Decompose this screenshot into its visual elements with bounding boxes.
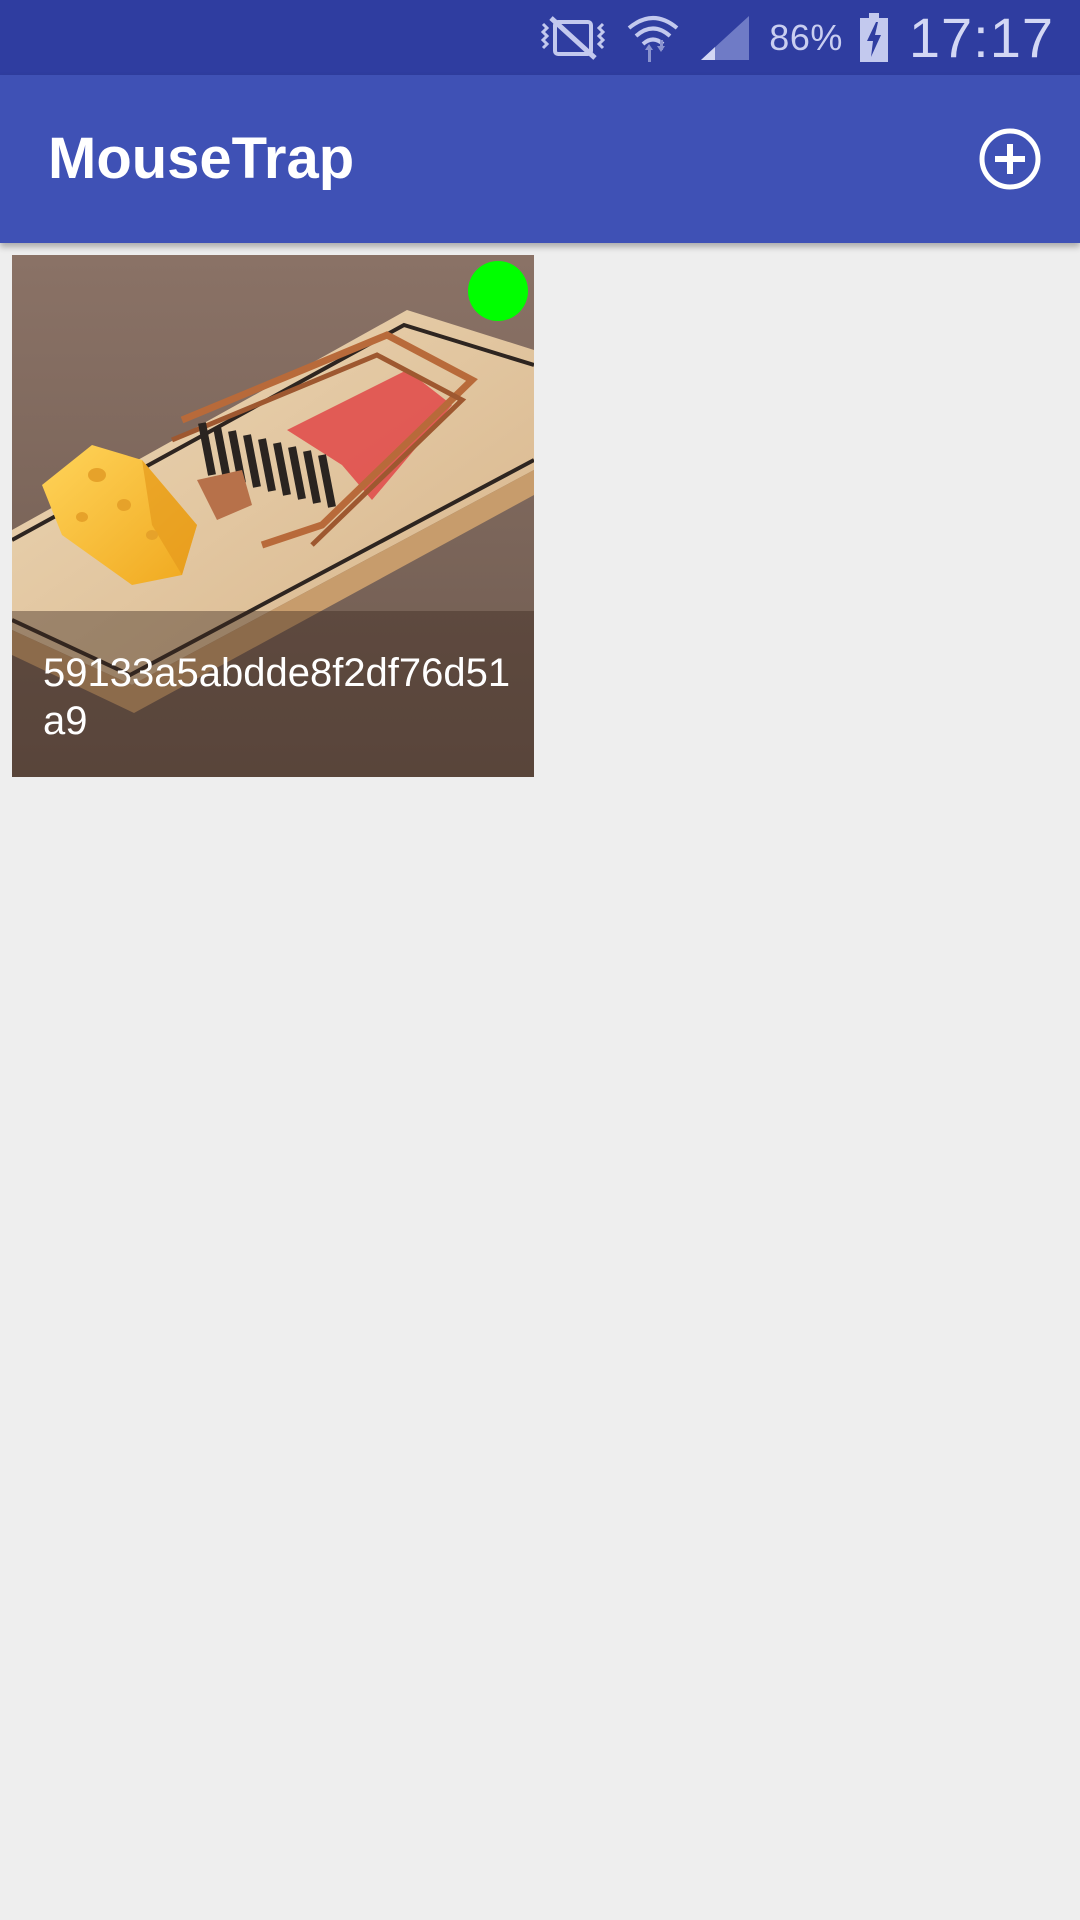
clock: 17:17 [908, 6, 1054, 69]
add-circle-icon[interactable] [976, 125, 1044, 193]
vibrate-mute-icon [537, 12, 609, 64]
signal-icon [697, 12, 753, 64]
battery-charging-icon [859, 12, 889, 63]
battery-percent: 86% [769, 16, 843, 58]
status-bar: 86% 17:17 [0, 0, 1080, 75]
trap-caption: 59133a5abdde8f2df76d51a9 [12, 611, 534, 777]
trap-id: 59133a5abdde8f2df76d51a9 [43, 651, 511, 743]
wifi-icon [625, 10, 681, 66]
app-title: MouseTrap [48, 126, 355, 191]
app-bar: MouseTrap [0, 75, 1080, 243]
status-indicator [468, 261, 528, 321]
status-icons: 86% 17:17 [537, 0, 1054, 75]
trap-card[interactable]: 59133a5abdde8f2df76d51a9 [12, 255, 534, 777]
